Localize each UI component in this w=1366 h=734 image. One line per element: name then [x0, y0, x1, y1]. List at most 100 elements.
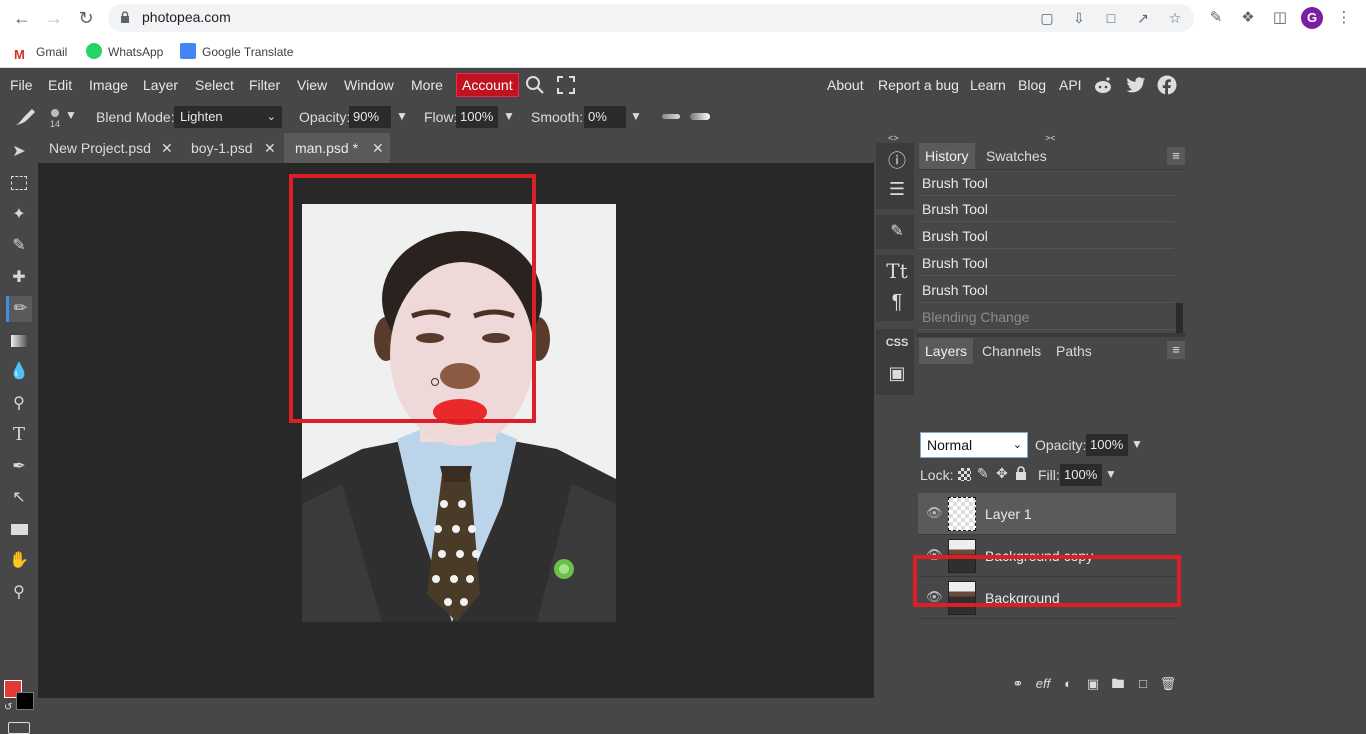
brush-preset-picker[interactable]: 14 ▼	[48, 105, 77, 129]
eyedropper-tool-icon[interactable]: ✎	[6, 233, 32, 259]
link-learn[interactable]: Learn	[970, 76, 1006, 94]
back-icon[interactable]: ←	[10, 6, 34, 30]
history-item[interactable]: Brush Tool	[918, 170, 1174, 196]
dodge-tool-icon[interactable]: ⚲	[6, 391, 32, 417]
paragraph-icon[interactable]: ¶	[878, 291, 916, 314]
document-icon[interactable]: □	[1102, 9, 1120, 27]
collapse-arrows-icon[interactable]: <>	[888, 133, 899, 143]
image-icon[interactable]: ▣	[878, 363, 916, 384]
background-color-swatch[interactable]	[16, 692, 34, 710]
bookmark-star-icon[interactable]: ☆	[1166, 9, 1184, 27]
bookmark-google-translate[interactable]: Google Translate	[180, 42, 293, 62]
smooth-input[interactable]: 0%	[584, 106, 626, 128]
pressure-opacity-icon[interactable]	[662, 114, 680, 119]
lock-all-icon[interactable]	[1015, 466, 1027, 480]
adjustment-layer-icon[interactable]: ◐	[1059, 675, 1077, 693]
bookmark-whatsapp[interactable]: WhatsApp	[86, 42, 163, 62]
history-scrollbar[interactable]	[1176, 303, 1183, 333]
layer-row[interactable]: 👁 Layer 1	[918, 493, 1176, 535]
facebook-icon[interactable]	[1157, 75, 1177, 95]
lock-pixels-icon[interactable]: ✎	[977, 465, 989, 482]
link-layers-icon[interactable]: ⚭	[1009, 675, 1027, 693]
address-bar[interactable]: photopea.com ▢ ⇩ □ ↗ ☆	[108, 4, 1194, 32]
character-icon[interactable]: Tt	[878, 259, 916, 283]
tab-new-project[interactable]: New Project.psd	[38, 133, 180, 163]
fill-input[interactable]: 100%	[1060, 464, 1102, 486]
sidepanel-icon[interactable]: ◫	[1270, 8, 1290, 28]
zoom-tool-icon[interactable]: ⚲	[6, 580, 32, 606]
close-icon[interactable]: ✕	[264, 133, 276, 163]
info-icon[interactable]: ⓘ	[878, 147, 916, 173]
brush-settings-icon[interactable]: ✎	[878, 221, 916, 241]
layer-effects-icon[interactable]: eff	[1034, 675, 1052, 693]
hand-tool-icon[interactable]: ✋	[6, 548, 32, 574]
history-item[interactable]: Blending Change	[918, 304, 1174, 330]
tab-channels[interactable]: Channels	[976, 338, 1047, 364]
bookmark-gmail[interactable]: M Gmail	[14, 42, 67, 62]
magic-wand-tool-icon[interactable]: ✦	[6, 202, 32, 228]
brush-tool-icon[interactable]: ✏	[6, 296, 32, 322]
new-layer-icon[interactable]: □	[1134, 675, 1152, 693]
pen-tool-icon[interactable]: ✒	[6, 454, 32, 480]
menu-image[interactable]: Image	[89, 76, 128, 94]
collapse-arrows-icon[interactable]: ><	[1045, 133, 1056, 143]
close-icon[interactable]: ✕	[372, 133, 384, 163]
opacity-dropdown-icon[interactable]: ▼	[396, 108, 408, 124]
path-select-tool-icon[interactable]: ↖	[6, 485, 32, 511]
history-menu-icon[interactable]: ≡	[1167, 147, 1185, 165]
css-icon[interactable]: CSS	[878, 337, 916, 349]
lock-transparency-icon[interactable]	[958, 468, 971, 481]
search-icon[interactable]	[525, 75, 545, 95]
eyedropper-extension-icon[interactable]: ✎	[1206, 8, 1226, 28]
forward-icon[interactable]: →	[42, 6, 66, 30]
smooth-dropdown-icon[interactable]: ▼	[630, 108, 642, 124]
url-text[interactable]: photopea.com	[142, 9, 231, 25]
reload-icon[interactable]: ↻	[74, 6, 98, 30]
layer-mask-icon[interactable]: ▣	[1084, 675, 1102, 693]
share-icon[interactable]: ↗	[1134, 9, 1152, 27]
tab-layers[interactable]: Layers	[919, 338, 974, 364]
layer-name[interactable]: Layer 1	[985, 505, 1032, 523]
link-report-bug[interactable]: Report a bug	[878, 76, 959, 94]
flow-dropdown-icon[interactable]: ▼	[503, 108, 515, 124]
menu-filter[interactable]: Filter	[249, 76, 280, 94]
tab-swatches[interactable]: Swatches	[980, 143, 1053, 169]
fill-dropdown-icon[interactable]: ▼	[1105, 467, 1117, 481]
screenshot-icon[interactable]: ▢	[1038, 9, 1056, 27]
menu-window[interactable]: Window	[344, 76, 394, 94]
menu-file[interactable]: File	[10, 76, 33, 94]
adjustments-icon[interactable]: ☰	[878, 179, 916, 200]
history-item[interactable]: Brush Tool	[918, 277, 1174, 303]
healing-brush-tool-icon[interactable]: ✚	[6, 265, 32, 291]
link-about[interactable]: About	[827, 76, 864, 94]
history-item[interactable]: Brush Tool	[918, 196, 1174, 222]
layer-opacity-input[interactable]: 100%	[1086, 434, 1128, 456]
history-item[interactable]: Brush Tool	[918, 250, 1174, 276]
menu-view[interactable]: View	[297, 76, 327, 94]
link-api[interactable]: API	[1059, 76, 1082, 94]
history-item[interactable]: Brush Tool	[918, 223, 1174, 249]
opacity-input[interactable]: 90%	[349, 106, 391, 128]
twitter-icon[interactable]	[1126, 76, 1146, 94]
menu-more[interactable]: More	[411, 76, 443, 94]
layers-menu-icon[interactable]: ≡	[1167, 341, 1185, 359]
account-button[interactable]: Account	[456, 73, 519, 97]
new-group-icon[interactable]: 🖿	[1109, 675, 1127, 693]
reddit-icon[interactable]	[1093, 75, 1113, 95]
blend-mode-select[interactable]: Lighten ⌄	[174, 106, 282, 128]
menu-layer[interactable]: Layer	[143, 76, 178, 94]
trash-icon[interactable]: 🗑	[1159, 675, 1177, 693]
flow-input[interactable]: 100%	[456, 106, 498, 128]
rectangle-tool-icon[interactable]	[6, 517, 32, 543]
tab-history[interactable]: History	[919, 143, 975, 169]
link-blog[interactable]: Blog	[1018, 76, 1046, 94]
keyboard-icon[interactable]	[8, 722, 30, 734]
blur-tool-icon[interactable]: 💧	[6, 359, 32, 385]
tab-paths[interactable]: Paths	[1050, 338, 1098, 364]
puzzle-icon[interactable]: ❖	[1238, 8, 1258, 28]
layer-opacity-dropdown-icon[interactable]: ▼	[1131, 437, 1143, 451]
fullscreen-icon[interactable]	[557, 76, 575, 94]
eye-icon[interactable]: 👁	[926, 506, 943, 519]
gradient-tool-icon[interactable]	[6, 328, 32, 354]
menu-select[interactable]: Select	[195, 76, 234, 94]
